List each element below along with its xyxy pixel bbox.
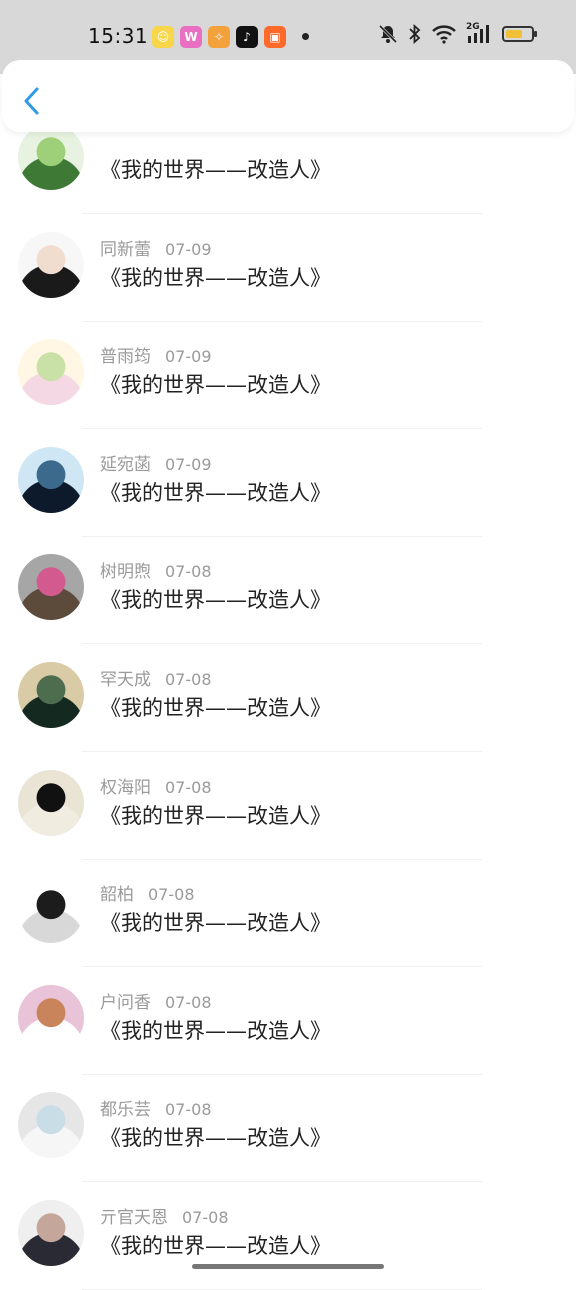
sender-meta: 普雨筠 07-09 (100, 342, 212, 367)
list-item[interactable]: 亓官天恩 07-08 《我的世界——改造人》 (0, 1182, 576, 1290)
home-indicator[interactable] (192, 1264, 384, 1269)
sender-name: 树明煦 (100, 562, 151, 583)
app-icon-2: W (180, 26, 202, 48)
status-time: 15:31 (88, 24, 149, 48)
app-icon-5: ▣ (264, 26, 286, 48)
sender-meta: 延宛菡 07-09 (100, 450, 212, 475)
avatar[interactable] (18, 984, 84, 1051)
system-icons: 2G (378, 22, 537, 44)
list-item[interactable]: 同新蕾 07-09 《我的世界——改造人》 (0, 214, 576, 322)
app-icon-1: ☺ (152, 26, 174, 48)
list-item[interactable]: 树明煦 07-08 《我的世界——改造人》 (0, 536, 576, 645)
cellular-signal-icon: 2G (466, 22, 492, 44)
notification-app-icons: ☺ W ✧ ♪ ▣ (152, 26, 286, 48)
message-date: 07-09 (165, 239, 212, 259)
message-text: 《我的世界——改造人》 (100, 696, 331, 720)
list-item[interactable]: 延宛菡 07-09 《我的世界——改造人》 (0, 429, 576, 537)
list-item[interactable]: 权海阳 07-08 《我的世界——改造人》 (0, 752, 576, 860)
douyin-icon: ♪ (236, 26, 258, 48)
more-notifications-dot-icon (302, 33, 309, 40)
sender-meta: 罕天成 07-08 (100, 665, 212, 690)
sender-meta: 都乐芸 07-08 (100, 1095, 212, 1120)
sender-name: 户问香 (100, 992, 151, 1013)
message-text: 《我的世界——改造人》 (100, 265, 331, 290)
message-date: 07-08 (148, 885, 195, 905)
list-item[interactable]: 罕天成 07-08 《我的世界——改造人》 (0, 644, 576, 752)
sender-meta: 亓官天恩 07-08 (100, 1203, 229, 1228)
message-text: 《我的世界——改造人》 (100, 803, 331, 828)
sender-name: 延宛菡 (100, 454, 151, 475)
message-text: 《我的世界——改造人》 (100, 158, 331, 182)
sender-name: 亓官天恩 (100, 1208, 168, 1228)
sender-meta: 同新蕾 07-09 (100, 235, 212, 260)
message-text: 《我的世界——改造人》 (100, 373, 331, 398)
avatar[interactable] (18, 339, 84, 406)
sender-meta: 户问香 07-08 (100, 988, 212, 1013)
message-text: 《我的世界——改造人》 (100, 588, 331, 613)
message-text: 《我的世界——改造人》 (100, 480, 331, 505)
battery-icon (502, 26, 537, 42)
avatar[interactable] (18, 446, 84, 513)
sender-meta: 权海阳 07-08 (100, 773, 212, 798)
message-text: 《我的世界——改造人》 (100, 911, 331, 936)
top-nav-bar (2, 60, 574, 132)
message-date: 07-08 (165, 670, 212, 689)
avatar[interactable] (18, 124, 84, 190)
message-list: 《我的世界——改造人》 同新蕾 07-09 《我的世界——改造人》 普雨筠 07-09 《我… (0, 0, 576, 1290)
message-date: 07-09 (165, 454, 212, 474)
sender-meta: 韶柏 07-08 (100, 880, 195, 905)
bluetooth-icon (409, 24, 421, 44)
message-date: 07-09 (165, 347, 212, 367)
avatar[interactable] (18, 231, 84, 298)
sender-name: 同新蕾 (100, 239, 151, 260)
avatar[interactable] (18, 877, 84, 944)
mute-bell-icon (378, 24, 398, 44)
avatar[interactable] (18, 1092, 84, 1159)
sender-name: 韶柏 (100, 885, 134, 906)
sender-name: 都乐芸 (100, 1100, 151, 1121)
message-date: 07-08 (182, 1208, 229, 1227)
message-date: 07-08 (165, 1100, 212, 1120)
avatar[interactable] (18, 554, 84, 621)
list-item[interactable]: 普雨筠 07-09 《我的世界——改造人》 (0, 321, 576, 430)
back-chevron-icon[interactable] (22, 86, 42, 116)
sender-name: 罕天成 (100, 670, 151, 690)
list-item[interactable]: 韶柏 07-08 《我的世界——改造人》 (0, 859, 576, 968)
sender-name: 普雨筠 (100, 347, 151, 368)
avatar[interactable] (18, 662, 84, 728)
wifi-icon (432, 25, 456, 44)
list-item[interactable]: 户问香 07-08 《我的世界——改造人》 (0, 967, 576, 1075)
message-date: 07-08 (165, 777, 212, 797)
sender-meta: 树明煦 07-08 (100, 557, 212, 582)
app-icon-3: ✧ (208, 26, 230, 48)
sender-name: 权海阳 (100, 777, 151, 798)
avatar[interactable] (18, 1200, 84, 1266)
list-item[interactable]: 都乐芸 07-08 《我的世界——改造人》 (0, 1074, 576, 1183)
message-date: 07-08 (165, 992, 212, 1012)
avatar[interactable] (18, 769, 84, 836)
message-text: 《我的世界——改造人》 (100, 1126, 331, 1151)
message-text: 《我的世界——改造人》 (100, 1234, 331, 1258)
message-text: 《我的世界——改造人》 (100, 1018, 331, 1043)
message-date: 07-08 (165, 562, 212, 582)
